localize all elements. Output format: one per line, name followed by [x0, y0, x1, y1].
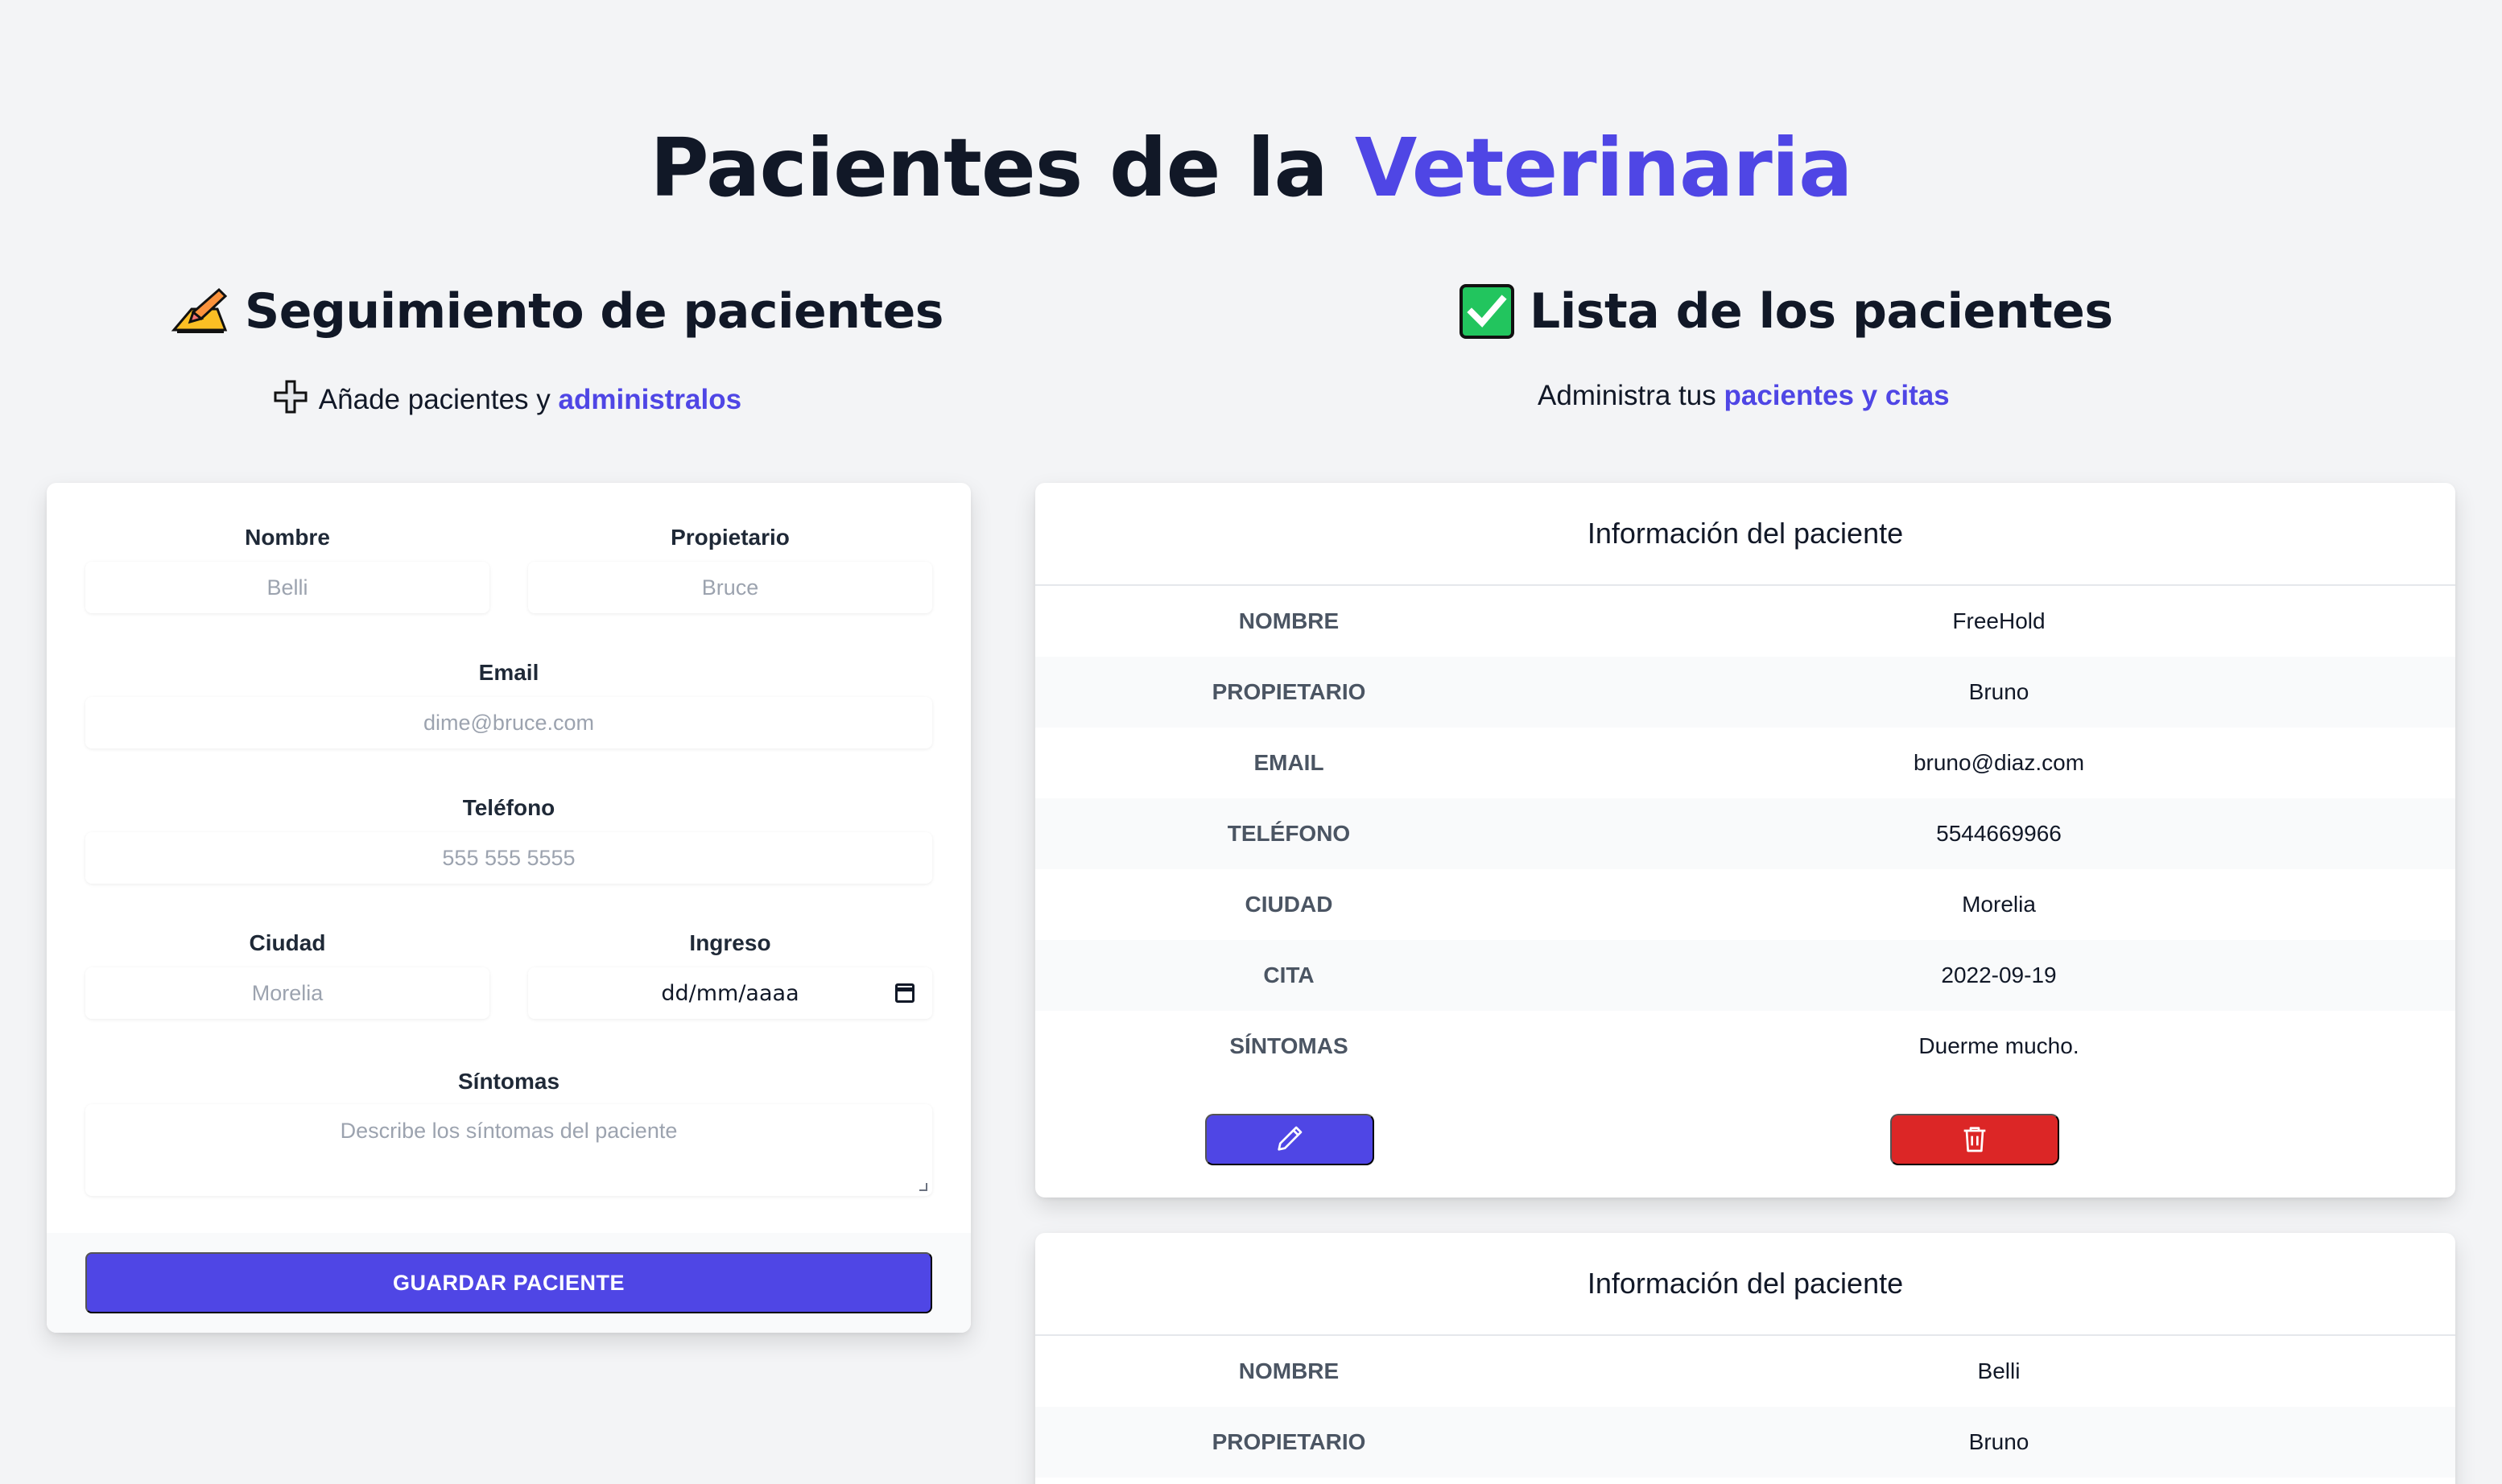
list-section-subtitle: Administra tus pacientes y citas	[1538, 380, 1950, 412]
row-value: 5544669966	[1936, 821, 2062, 846]
propietario-label: Propietario	[671, 525, 790, 550]
row-key: CITA	[1263, 963, 1315, 987]
propietario-input[interactable]: Bruce	[528, 562, 932, 613]
telefono-input[interactable]: 555 555 5555	[85, 832, 932, 884]
writing-hand-icon	[169, 285, 230, 338]
ingreso-label: Ingreso	[689, 930, 771, 955]
row-value: bruno@diaz.com	[1913, 750, 2085, 775]
row-value: Morelia	[1962, 892, 2036, 917]
row-value: Duerme mucho.	[1918, 1033, 2079, 1058]
ciudad-label: Ciudad	[249, 930, 326, 955]
patient-card-title: Información del paciente	[1035, 483, 2455, 586]
patient-form: Nombre Belli Propietario Bruce Email dim…	[47, 483, 971, 1333]
row-key: PROPIETARIO	[1212, 679, 1366, 704]
sintomas-textarea[interactable]: Describe los síntomas del paciente	[85, 1104, 932, 1196]
list-section-subtitle-accent: pacientes y citas	[1724, 380, 1950, 411]
list-section-heading: Lista de los pacientes	[1459, 283, 2113, 340]
row-key: NOMBRE	[1238, 608, 1340, 633]
ciudad-input[interactable]: Morelia	[85, 967, 489, 1019]
email-input[interactable]: dime@bruce.com	[85, 697, 932, 748]
calendar-icon[interactable]	[895, 983, 915, 1003]
ingreso-date-input[interactable]: dd/mm/aaaa	[528, 967, 932, 1019]
pencil-icon	[1274, 1123, 1306, 1157]
patient-card: Información del paciente NOMBRE FreeHold…	[1035, 483, 2455, 1198]
row-key: NOMBRE	[1238, 1358, 1340, 1383]
row-key: PROPIETARIO	[1212, 1429, 1366, 1454]
form-footer: GUARDAR PACIENTE	[47, 1233, 971, 1333]
trash-icon	[1959, 1123, 1991, 1157]
delete-patient-button[interactable]	[1890, 1114, 2059, 1165]
table-row: PROPIETARIO Bruno	[1035, 1407, 2455, 1478]
form-section-heading-text: Seguimiento de pacientes	[245, 283, 944, 340]
row-value: Bruno	[1968, 679, 2029, 704]
edit-patient-button[interactable]	[1205, 1114, 1374, 1165]
table-row: SÍNTOMAS Duerme mucho.	[1035, 1011, 2455, 1082]
patient-card: Información del paciente NOMBRE Belli PR…	[1035, 1233, 2455, 1484]
email-label: Email	[478, 660, 539, 685]
row-key: SÍNTOMAS	[1229, 1033, 1348, 1058]
patient-info-table: NOMBRE Belli PROPIETARIO Bruno	[1035, 1336, 2455, 1478]
sintomas-placeholder: Describe los síntomas del paciente	[340, 1119, 678, 1143]
patient-actions	[1035, 1082, 2455, 1198]
table-row: EMAIL bruno@diaz.com	[1035, 728, 2455, 798]
resize-grip-icon[interactable]	[919, 1183, 927, 1191]
table-row: PROPIETARIO Bruno	[1035, 657, 2455, 728]
plus-icon	[274, 380, 308, 414]
table-row: CIUDAD Morelia	[1035, 869, 2455, 940]
list-section-subtitle-text: Administra tus	[1538, 380, 1716, 411]
telefono-label: Teléfono	[462, 795, 555, 820]
check-mark-icon	[1459, 283, 1515, 340]
row-value: FreeHold	[1952, 608, 2046, 633]
sintomas-label: Síntomas	[457, 1069, 560, 1094]
row-key: EMAIL	[1253, 750, 1324, 775]
page-title-accent: Veterinaria	[1354, 121, 1853, 215]
ingreso-date-value: dd/mm/aaaa	[661, 980, 799, 1006]
page-title-prefix: Pacientes de la	[650, 121, 1328, 215]
table-row: CITA 2022-09-19	[1035, 940, 2455, 1011]
page-title: Pacientes de la Veterinaria	[0, 121, 2502, 215]
form-section-heading: Seguimiento de pacientes	[169, 283, 944, 340]
nombre-input[interactable]: Belli	[85, 562, 489, 613]
form-section-subtitle-accent: administralos	[558, 384, 742, 415]
row-value: 2022-09-19	[1941, 963, 2057, 987]
nombre-label: Nombre	[245, 525, 330, 550]
save-patient-button[interactable]: GUARDAR PACIENTE	[85, 1252, 932, 1313]
row-key: TELÉFONO	[1227, 821, 1351, 846]
form-section-subtitle: Añade pacientes y administralos	[274, 380, 741, 416]
row-value: Bruno	[1968, 1429, 2029, 1454]
list-section-heading-text: Lista de los pacientes	[1530, 283, 2113, 340]
row-key: CIUDAD	[1245, 892, 1333, 917]
patient-card-title: Información del paciente	[1035, 1233, 2455, 1336]
table-row: NOMBRE Belli	[1035, 1336, 2455, 1407]
patient-info-table: NOMBRE FreeHold PROPIETARIO Bruno EMAIL …	[1035, 586, 2455, 1082]
form-section-subtitle-text: Añade pacientes y	[318, 384, 551, 415]
table-row: TELÉFONO 5544669966	[1035, 798, 2455, 869]
table-row: NOMBRE FreeHold	[1035, 586, 2455, 657]
row-value: Belli	[1977, 1358, 2021, 1383]
